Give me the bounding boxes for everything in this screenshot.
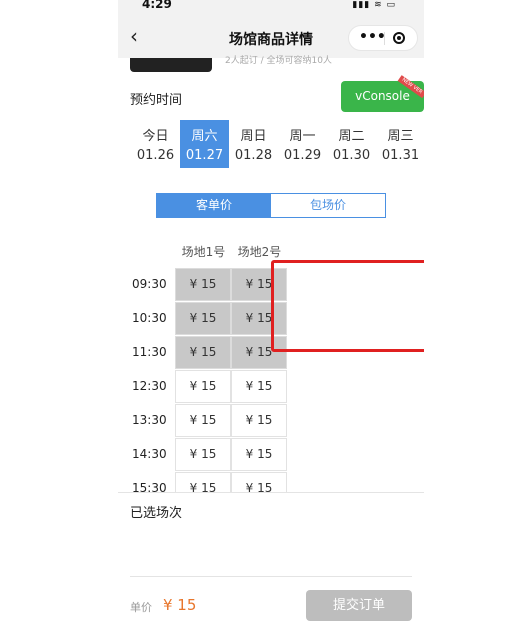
venue-header-1: 场地1号 [181, 245, 226, 259]
booking-time-title: 预约时间 [130, 93, 183, 108]
day-date: 01.30 [332, 148, 371, 163]
divider [130, 576, 412, 577]
selected-sessions-label: 已选场次 [130, 506, 183, 521]
status-bar: 4:29 ▮▮▮ ≋ ▭ [118, 0, 424, 14]
slot-cell[interactable]: ¥ 15 [231, 370, 287, 403]
slot-cell: ¥ 15 [175, 302, 231, 335]
day-weekday: 周二 [338, 129, 365, 144]
day-weekday: 周六 [191, 129, 218, 144]
slot-cell[interactable]: ¥ 15 [175, 438, 231, 471]
tab-full-venue-price[interactable]: 包场价 [271, 194, 385, 217]
slot-cell[interactable]: ¥ 15 [231, 404, 287, 437]
slot-cell[interactable]: ¥ 15 [175, 370, 231, 403]
day-date: 01.29 [283, 148, 322, 163]
day-weekday: 今日 [142, 129, 169, 144]
day-tab[interactable]: 周日 01.28 [229, 120, 278, 168]
vconsole-button[interactable]: vConsole NEW VER [341, 75, 424, 112]
more-icon[interactable]: ••• [359, 29, 386, 45]
day-tab[interactable]: 今日 01.26 [131, 120, 180, 168]
tab-per-person-price[interactable]: 客单价 [157, 194, 271, 217]
day-date: 01.31 [381, 148, 420, 163]
slot-time: 14:30 [132, 447, 167, 461]
day-weekday: 周三 [387, 129, 414, 144]
slot-time: 13:30 [132, 413, 167, 427]
product-image [130, 58, 212, 72]
day-date: 01.28 [234, 148, 273, 163]
price-mode-toggle: 客单价 包场价 [156, 193, 386, 218]
venue-header-2: 场地2号 [237, 245, 282, 259]
day-tab[interactable]: 周一 01.29 [278, 120, 327, 168]
unit-price-value: ¥ 15 [163, 596, 197, 614]
slot-cell[interactable]: ¥ 15 [231, 438, 287, 471]
capsule-divider [384, 32, 385, 45]
slot-cell[interactable]: ¥ 15 [175, 472, 231, 492]
status-time: 4:29 [142, 0, 172, 11]
slot-cell: ¥ 15 [175, 268, 231, 301]
day-date: 01.26 [136, 148, 175, 163]
product-meta: 2人起订 / 全场可容纳10人 [225, 56, 332, 66]
slot-cell[interactable]: ¥ 15 [231, 472, 287, 492]
slot-time: 15:30 [132, 481, 167, 492]
mini-program-capsule: ••• [348, 25, 418, 51]
close-target-icon[interactable] [393, 32, 405, 44]
slot-cell: ¥ 15 [175, 336, 231, 369]
nav-bar: ‹ 场馆商品详情 ••• [118, 14, 424, 58]
slot-time: 09:30 [132, 277, 167, 291]
status-indicators: ▮▮▮ ≋ ▭ [352, 0, 396, 10]
divider [118, 492, 424, 493]
day-tab[interactable]: 周二 01.30 [327, 120, 376, 168]
phone-screen: 4:29 ▮▮▮ ≋ ▭ ‹ 场馆商品详情 ••• 2人起订 / 全场可容纳10… [118, 0, 424, 634]
day-weekday: 周日 [240, 129, 267, 144]
slot-time: 12:30 [132, 379, 167, 393]
day-date: 01.27 [185, 148, 224, 163]
annotation-highlight-box [271, 260, 424, 352]
day-selector: 今日 01.26 周六 01.27 周日 01.28 周一 01.29 周二 0… [131, 120, 424, 168]
slot-time: 10:30 [132, 311, 167, 325]
day-tab[interactable]: 周三 01.31 [376, 120, 424, 168]
unit-price-label: 单价 [130, 601, 152, 614]
day-weekday: 周一 [289, 129, 316, 144]
day-tab-selected[interactable]: 周六 01.27 [180, 120, 229, 168]
slot-cell[interactable]: ¥ 15 [175, 404, 231, 437]
vconsole-label: vConsole [355, 89, 410, 103]
submit-order-button[interactable]: 提交订单 [306, 590, 412, 621]
slot-time: 11:30 [132, 345, 167, 359]
